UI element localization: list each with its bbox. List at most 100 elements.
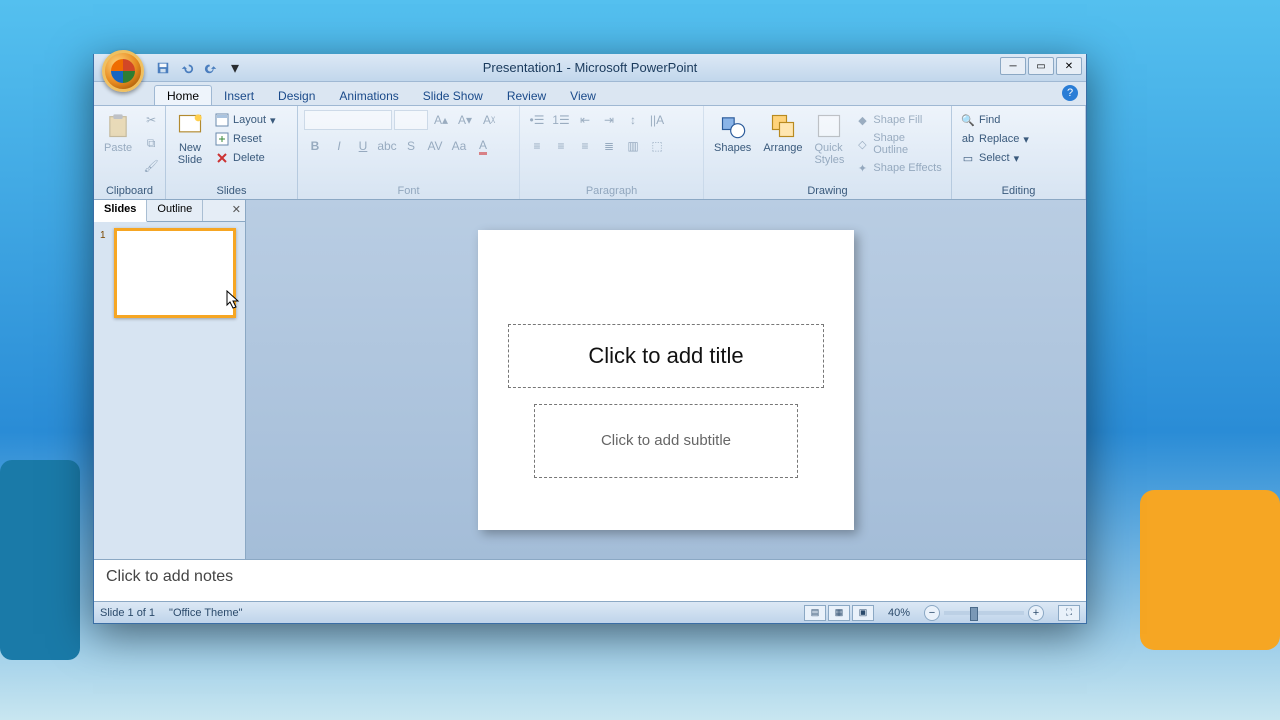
- char-spacing-icon[interactable]: AV: [424, 136, 446, 156]
- slideshow-view-icon[interactable]: ▣: [852, 605, 874, 621]
- shape-fill-button[interactable]: ◆Shape Fill: [852, 112, 945, 128]
- title-placeholder[interactable]: Click to add title: [508, 324, 824, 388]
- help-icon[interactable]: ?: [1062, 85, 1078, 101]
- subtitle-placeholder[interactable]: Click to add subtitle: [534, 404, 798, 478]
- status-slide-info: Slide 1 of 1: [100, 607, 155, 619]
- group-editing: 🔍Find abReplace ▾ ▭Select ▾ Editing: [952, 106, 1086, 199]
- strike-button[interactable]: abc: [376, 136, 398, 156]
- shrink-font-icon[interactable]: A▾: [454, 110, 476, 130]
- quick-styles-icon: [815, 112, 843, 140]
- new-slide-button[interactable]: New Slide: [172, 110, 208, 168]
- status-theme: "Office Theme": [169, 607, 242, 619]
- pane-close-icon[interactable]: ✕: [232, 203, 241, 216]
- grow-font-icon[interactable]: A▴: [430, 110, 452, 130]
- slide-canvas[interactable]: Click to add title Click to add subtitle: [478, 230, 854, 530]
- zoom-slider[interactable]: [944, 611, 1024, 615]
- group-paragraph: •☰ 1☰ ⇤ ⇥ ↕ ||A ≡ ≡ ≡ ≣ ▥ ⬚ Paragraph: [520, 106, 704, 199]
- pane-tab-outline[interactable]: Outline: [147, 200, 203, 221]
- delete-icon: [215, 151, 229, 165]
- maximize-button[interactable]: ▭: [1028, 57, 1054, 75]
- justify-icon[interactable]: ≣: [598, 136, 620, 156]
- zoom-out-button[interactable]: −: [924, 605, 940, 621]
- align-left-icon[interactable]: ≡: [526, 136, 548, 156]
- layout-button[interactable]: Layout ▾: [212, 112, 279, 128]
- font-name-input[interactable]: [304, 110, 392, 130]
- normal-view-icon[interactable]: ▤: [804, 605, 826, 621]
- slide-editor[interactable]: Click to add title Click to add subtitle: [246, 200, 1086, 559]
- select-icon: ▭: [961, 151, 975, 165]
- underline-button[interactable]: U: [352, 136, 374, 156]
- ribbon: Paste ✂ ⧉ 🖌 Clipboard New Slide Layout ▾: [94, 106, 1086, 200]
- line-spacing-icon[interactable]: ↕: [622, 110, 644, 130]
- align-right-icon[interactable]: ≡: [574, 136, 596, 156]
- undo-icon[interactable]: [178, 59, 196, 77]
- reset-icon: [215, 132, 229, 146]
- arrange-button[interactable]: Arrange: [759, 110, 806, 156]
- find-button[interactable]: 🔍Find: [958, 112, 1032, 128]
- desktop-decor-orange: [1140, 490, 1280, 650]
- group-editing-label: Editing: [958, 183, 1079, 199]
- qat-dropdown-icon[interactable]: ▾: [226, 59, 244, 77]
- text-direction-icon[interactable]: ||A: [646, 110, 668, 130]
- reset-button[interactable]: Reset: [212, 131, 279, 147]
- group-font: A▴ A▾ Aᵡ B I U abc S AV Aa A Font: [298, 106, 520, 199]
- pane-tabs: Slides Outline ✕: [94, 200, 245, 222]
- shape-effects-button[interactable]: ✦Shape Effects: [852, 160, 945, 176]
- tab-view[interactable]: View: [558, 86, 608, 105]
- delete-button[interactable]: Delete: [212, 150, 279, 166]
- select-button[interactable]: ▭Select ▾: [958, 150, 1032, 166]
- format-painter-icon[interactable]: 🖌: [140, 156, 162, 176]
- group-slides-label: Slides: [172, 183, 291, 199]
- close-button[interactable]: ✕: [1056, 57, 1082, 75]
- thumbnail-preview[interactable]: [114, 228, 236, 318]
- numbering-icon[interactable]: 1☰: [550, 110, 572, 130]
- font-size-input[interactable]: [394, 110, 428, 130]
- cut-icon[interactable]: ✂: [140, 110, 162, 130]
- replace-icon: ab: [961, 132, 975, 146]
- quick-access-toolbar: ▾: [154, 59, 244, 77]
- thumbnail-item[interactable]: 1: [100, 228, 239, 318]
- replace-button[interactable]: abReplace ▾: [958, 131, 1032, 147]
- sorter-view-icon[interactable]: ▦: [828, 605, 850, 621]
- quick-styles-button[interactable]: Quick Styles: [810, 110, 848, 168]
- redo-icon[interactable]: [202, 59, 220, 77]
- shadow-button[interactable]: S: [400, 136, 422, 156]
- decrease-indent-icon[interactable]: ⇤: [574, 110, 596, 130]
- office-button[interactable]: [102, 50, 144, 92]
- smartart-icon[interactable]: ⬚: [646, 136, 668, 156]
- zoom-in-button[interactable]: +: [1028, 605, 1044, 621]
- tab-insert[interactable]: Insert: [212, 86, 266, 105]
- bullets-icon[interactable]: •☰: [526, 110, 548, 130]
- fit-window-icon[interactable]: ⛶: [1058, 605, 1080, 621]
- change-case-icon[interactable]: Aa: [448, 136, 470, 156]
- status-bar: Slide 1 of 1 "Office Theme" ▤ ▦ ▣ 40% − …: [94, 601, 1086, 623]
- group-clipboard: Paste ✂ ⧉ 🖌 Clipboard: [94, 106, 166, 199]
- columns-icon[interactable]: ▥: [622, 136, 644, 156]
- bold-button[interactable]: B: [304, 136, 326, 156]
- tab-home[interactable]: Home: [154, 85, 212, 105]
- zoom-percent: 40%: [888, 607, 910, 619]
- group-font-label: Font: [304, 183, 513, 199]
- save-icon[interactable]: [154, 59, 172, 77]
- align-center-icon[interactable]: ≡: [550, 136, 572, 156]
- shape-effects-icon: ✦: [855, 161, 869, 175]
- copy-icon[interactable]: ⧉: [140, 133, 162, 153]
- increase-indent-icon[interactable]: ⇥: [598, 110, 620, 130]
- clear-format-icon[interactable]: Aᵡ: [478, 110, 500, 130]
- notes-pane[interactable]: Click to add notes: [94, 559, 1086, 601]
- tab-slide-show[interactable]: Slide Show: [411, 86, 495, 105]
- tab-animations[interactable]: Animations: [327, 86, 410, 105]
- thumbnails: 1: [94, 222, 245, 559]
- italic-button[interactable]: I: [328, 136, 350, 156]
- tab-design[interactable]: Design: [266, 86, 327, 105]
- font-color-icon[interactable]: A: [472, 136, 494, 156]
- tab-review[interactable]: Review: [495, 86, 558, 105]
- minimize-button[interactable]: ─: [1000, 57, 1026, 75]
- paste-button[interactable]: Paste: [100, 110, 136, 156]
- shape-outline-button[interactable]: ◇Shape Outline: [852, 131, 945, 157]
- pane-tab-slides[interactable]: Slides: [94, 200, 147, 222]
- zoom-control: − +: [924, 605, 1044, 621]
- window-controls: ─ ▭ ✕: [1000, 57, 1082, 75]
- shapes-button[interactable]: Shapes: [710, 110, 755, 156]
- slides-pane: Slides Outline ✕ 1: [94, 200, 246, 559]
